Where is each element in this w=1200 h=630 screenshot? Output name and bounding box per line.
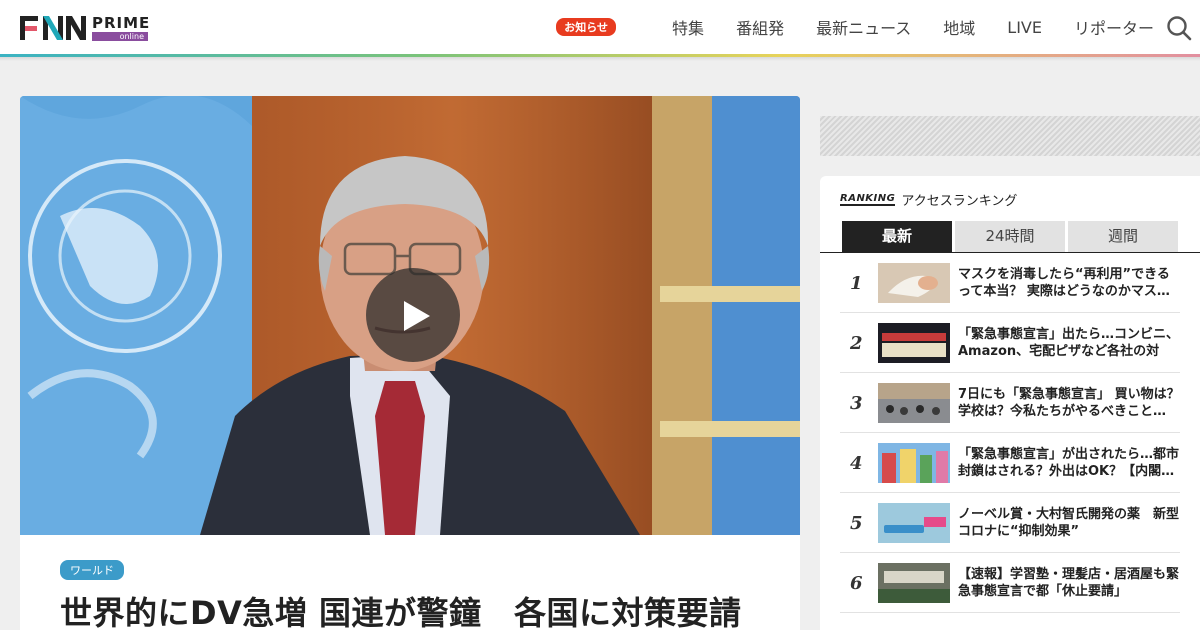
ranking-thumbnail — [878, 503, 950, 543]
ranking-tabs: 最新 24時間 週間 — [842, 221, 1178, 252]
nav-item-latest-news[interactable]: 最新ニュース — [816, 15, 911, 39]
ranking-thumbnail — [878, 323, 950, 363]
logo-online-tag: online — [92, 31, 148, 41]
ranking-headline: ノーベル賞・大村智氏開発の薬 新型コロナに“抑制効果” — [958, 507, 1180, 539]
logo-letter-n1 — [43, 16, 63, 40]
ranking-headline: マスクを消毒したら“再利用”できるって本当？ 実際はどうなのかマス… — [958, 267, 1170, 299]
tab-24h[interactable]: 24時間 — [955, 221, 1065, 252]
site-logo[interactable]: PRIME online — [20, 15, 150, 41]
ranking-item[interactable]: 2 「緊急事態宣言」出たら…コンビニ、Amazon、宅配ピザなど各社の対応… — [840, 313, 1180, 373]
tab-latest[interactable]: 最新 — [842, 221, 952, 252]
rank-number: 4 — [850, 453, 863, 474]
ranking-thumbnail — [878, 263, 950, 303]
ranking-item[interactable]: 6 【速報】学習塾・理髪店・居酒屋も緊急事態宣言で都「休止要請」 — [840, 553, 1180, 613]
ranking-headline: 「緊急事態宣言」出たら…コンビニ、Amazon、宅配ピザなど各社の対応… — [958, 327, 1180, 359]
site-header: PRIME online お知らせ 特集 番組発 最新ニュース 地域 LIVE … — [0, 0, 1200, 54]
ranking-thumbnail — [878, 443, 950, 483]
logo-letter-f — [20, 16, 38, 40]
search-icon[interactable] — [1166, 15, 1192, 41]
logo-prime-text: PRIME — [92, 13, 151, 32]
ranking-headline: 「緊急事態宣言」が出されたら…都市封鎖はされる？外出はOK？【内閣… — [958, 447, 1180, 479]
rank-number: 5 — [850, 513, 863, 534]
rank-number: 6 — [850, 573, 863, 594]
category-tag[interactable]: ワールド — [60, 560, 124, 580]
ranking-headline: 【速報】学習塾・理髪店・居酒屋も緊急事態宣言で都「休止要請」 — [958, 567, 1180, 599]
ranking-item[interactable]: 4 「緊急事態宣言」が出されたら…都市封鎖はされる？外出はOK？【内閣… — [840, 433, 1180, 493]
ranking-title: アクセスランキング — [901, 194, 1018, 209]
article-card[interactable]: ワールド 世界的にDV急増 国連が警鐘 各国に対策要請 — [20, 96, 800, 630]
rank-number: 1 — [850, 273, 863, 294]
nav-item-programs[interactable]: 番組発 — [736, 15, 784, 39]
rank-number: 2 — [850, 333, 863, 354]
ranking-thumbnail — [878, 383, 950, 423]
tab-weekly[interactable]: 週間 — [1068, 221, 1178, 252]
ranking-headline: 7日にも「緊急事態宣言」 買い物は？学校は？今私たちがやるべきこと… — [958, 387, 1180, 419]
ad-placeholder — [820, 116, 1200, 156]
notice-badge[interactable]: お知らせ — [556, 18, 617, 36]
play-button[interactable] — [366, 268, 460, 362]
header-shadow — [0, 57, 1200, 61]
ranking-thumbnail — [878, 563, 950, 603]
ranking-list: 1 マスクを消毒したら“再利用”できるって本当？ 実際はどうなのかマス… 2 「… — [840, 253, 1180, 613]
article-title[interactable]: 世界的にDV急増 国連が警鐘 各国に対策要請 — [60, 588, 741, 630]
nav-item-features[interactable]: 特集 — [672, 15, 704, 39]
logo-letter-n2 — [66, 16, 86, 40]
nav-item-live[interactable]: LIVE — [1007, 18, 1042, 37]
ranking-logo: RANKING — [840, 193, 896, 206]
rank-number: 3 — [850, 393, 863, 414]
nav-item-region[interactable]: 地域 — [943, 15, 975, 39]
ranking-item[interactable]: 5 ノーベル賞・大村智氏開発の薬 新型コロナに“抑制効果” — [840, 493, 1180, 553]
ranking-item[interactable]: 1 マスクを消毒したら“再利用”できるって本当？ 実際はどうなのかマス… — [840, 253, 1180, 313]
article-video-thumbnail[interactable] — [20, 96, 800, 535]
main-nav: お知らせ 特集 番組発 最新ニュース 地域 LIVE リポーター — [556, 0, 1154, 54]
nav-item-reporters[interactable]: リポーター — [1074, 15, 1154, 39]
ranking-panel: RANKING アクセスランキング 最新 24時間 週間 1 マスクを消毒したら… — [820, 176, 1200, 630]
ranking-item[interactable]: 3 7日にも「緊急事態宣言」 買い物は？学校は？今私たちがやるべきこと… — [840, 373, 1180, 433]
play-icon — [404, 301, 430, 331]
fnn-logo-mark — [20, 16, 86, 40]
